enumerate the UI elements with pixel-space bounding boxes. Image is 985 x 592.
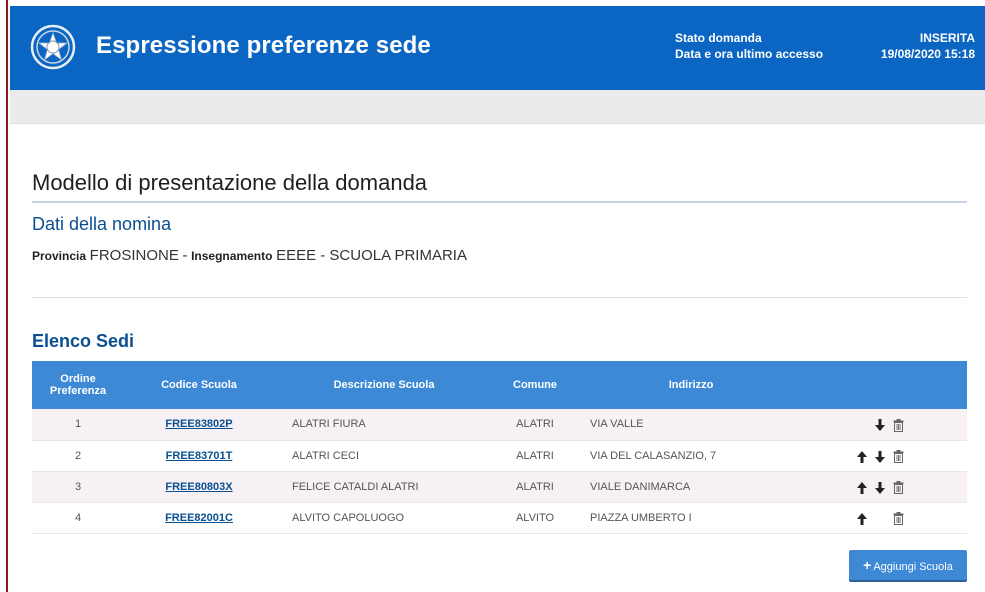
cell-actions	[806, 409, 967, 441]
cell-comune: ALATRI	[494, 409, 576, 441]
cell-indirizzo: VIA DEL CALASANZIO, 7	[576, 440, 806, 472]
sedi-section-title: Elenco Sedi	[32, 331, 135, 351]
trash-icon[interactable]	[889, 510, 907, 526]
header-actions	[806, 361, 967, 409]
insegnamento-label: Insegnamento	[191, 249, 273, 263]
cell-codice: FREE80803X	[124, 471, 274, 503]
school-code-link[interactable]: FREE83802P	[165, 418, 232, 430]
school-code-link[interactable]: FREE83701T	[166, 450, 233, 462]
cell-comune: ALATRI	[494, 471, 576, 503]
status-values: INSERITA 19/08/2020 15:18	[881, 30, 975, 62]
table-row: 4 FREE82001C ALVITO CAPOLUOGO ALVITO PIAZZA …	[32, 502, 967, 534]
last-access-value: 19/08/2020 15:18	[880, 47, 975, 61]
last-access-label: Data e ora ultimo accesso	[675, 47, 824, 61]
header-codice: Codice Scuola	[124, 361, 274, 409]
cell-actions	[806, 471, 967, 503]
cell-ordine: 3	[32, 471, 124, 503]
trash-icon[interactable]	[889, 479, 907, 495]
cell-ordine: 4	[32, 502, 124, 534]
table-row: 3 FREE80803X FELICE CATALDI ALATRI ALATRI VI…	[32, 471, 967, 503]
app-title: Espressione preferenze sede	[96, 32, 431, 59]
arrow-up-icon[interactable]	[853, 509, 871, 525]
header-descrizione: Descrizione Scuola	[274, 361, 494, 409]
plus-icon: +	[863, 557, 872, 573]
sedi-table: Ordine Preferenza Codice Scuola Descrizi…	[32, 361, 967, 534]
cell-codice: FREE83802P	[124, 409, 274, 441]
cell-comune: ALATRI	[494, 440, 576, 472]
add-school-label: Aggiungi Scuola	[873, 561, 953, 573]
header-ordine-line1: Ordine	[60, 373, 96, 385]
trash-icon[interactable]	[889, 448, 907, 464]
app-header: Espressione preferenze sede Stato domand…	[10, 6, 985, 90]
add-school-button[interactable]: + Aggiungi Scuola	[849, 550, 967, 580]
nomina-details: Provincia FROSINONE - Insegnamento EEEE …	[32, 247, 467, 264]
cell-indirizzo: VIA VALLE	[576, 409, 806, 441]
status-value: INSERITA	[919, 31, 975, 45]
header-indirizzo: Indirizzo	[576, 361, 806, 409]
arrow-down-icon[interactable]	[871, 416, 889, 432]
status-labels: Stato domanda Data e ora ultimo accesso	[675, 30, 823, 62]
cell-ordine: 2	[32, 440, 124, 472]
italian-republic-emblem-icon	[30, 24, 76, 70]
cell-comune: ALVITO	[494, 502, 576, 534]
title-divider	[32, 201, 967, 203]
provincia-value: FROSINONE	[89, 247, 179, 264]
cell-descrizione: ALATRI CECI	[274, 440, 494, 472]
trash-icon[interactable]	[889, 416, 907, 433]
insegnamento-value: EEEE - SCUOLA PRIMARIA	[276, 247, 467, 264]
cell-actions	[806, 502, 967, 534]
table-header-row: Ordine Preferenza Codice Scuola Descrizi…	[32, 361, 967, 409]
cell-indirizzo: VIALE DANIMARCA	[576, 471, 806, 503]
arrow-up-icon[interactable]	[853, 447, 871, 463]
nomina-section-title: Dati della nomina	[32, 214, 172, 234]
cell-indirizzo: PIAZZA UMBERTO I	[576, 502, 806, 534]
section-divider	[32, 297, 967, 298]
header-ordine: Ordine Preferenza	[32, 361, 124, 409]
arrow-up-icon[interactable]	[853, 478, 871, 494]
header-ordine-line2: Preferenza	[49, 385, 107, 397]
status-label: Stato domanda	[675, 31, 762, 45]
arrow-down-icon[interactable]	[871, 447, 889, 463]
detail-separator: -	[182, 247, 188, 264]
window-left-edge	[0, 0, 8, 592]
arrow-down-icon[interactable]	[871, 478, 889, 494]
cell-descrizione: ALVITO CAPOLUOGO	[274, 502, 494, 534]
provincia-label: Provincia	[32, 249, 87, 263]
cell-codice: FREE82001C	[124, 502, 274, 534]
table-row: 1 FREE83802P ALATRI FIURA ALATRI VIA VALLE	[32, 409, 967, 441]
header-comune: Comune	[494, 361, 576, 409]
school-code-link[interactable]: FREE80803X	[165, 481, 232, 493]
school-code-link[interactable]: FREE82001C	[165, 512, 233, 524]
cell-codice: FREE83701T	[124, 440, 274, 472]
sub-navigation-bar	[10, 90, 985, 124]
cell-ordine: 1	[32, 409, 124, 441]
table-row: 2 FREE83701T ALATRI CECI ALATRI VIA DEL CALA…	[32, 440, 967, 472]
cell-descrizione: ALATRI FIURA	[274, 409, 494, 441]
page-title: Modello di presentazione della domanda	[32, 170, 428, 195]
cell-actions	[806, 440, 967, 472]
cell-descrizione: FELICE CATALDI ALATRI	[274, 471, 494, 503]
